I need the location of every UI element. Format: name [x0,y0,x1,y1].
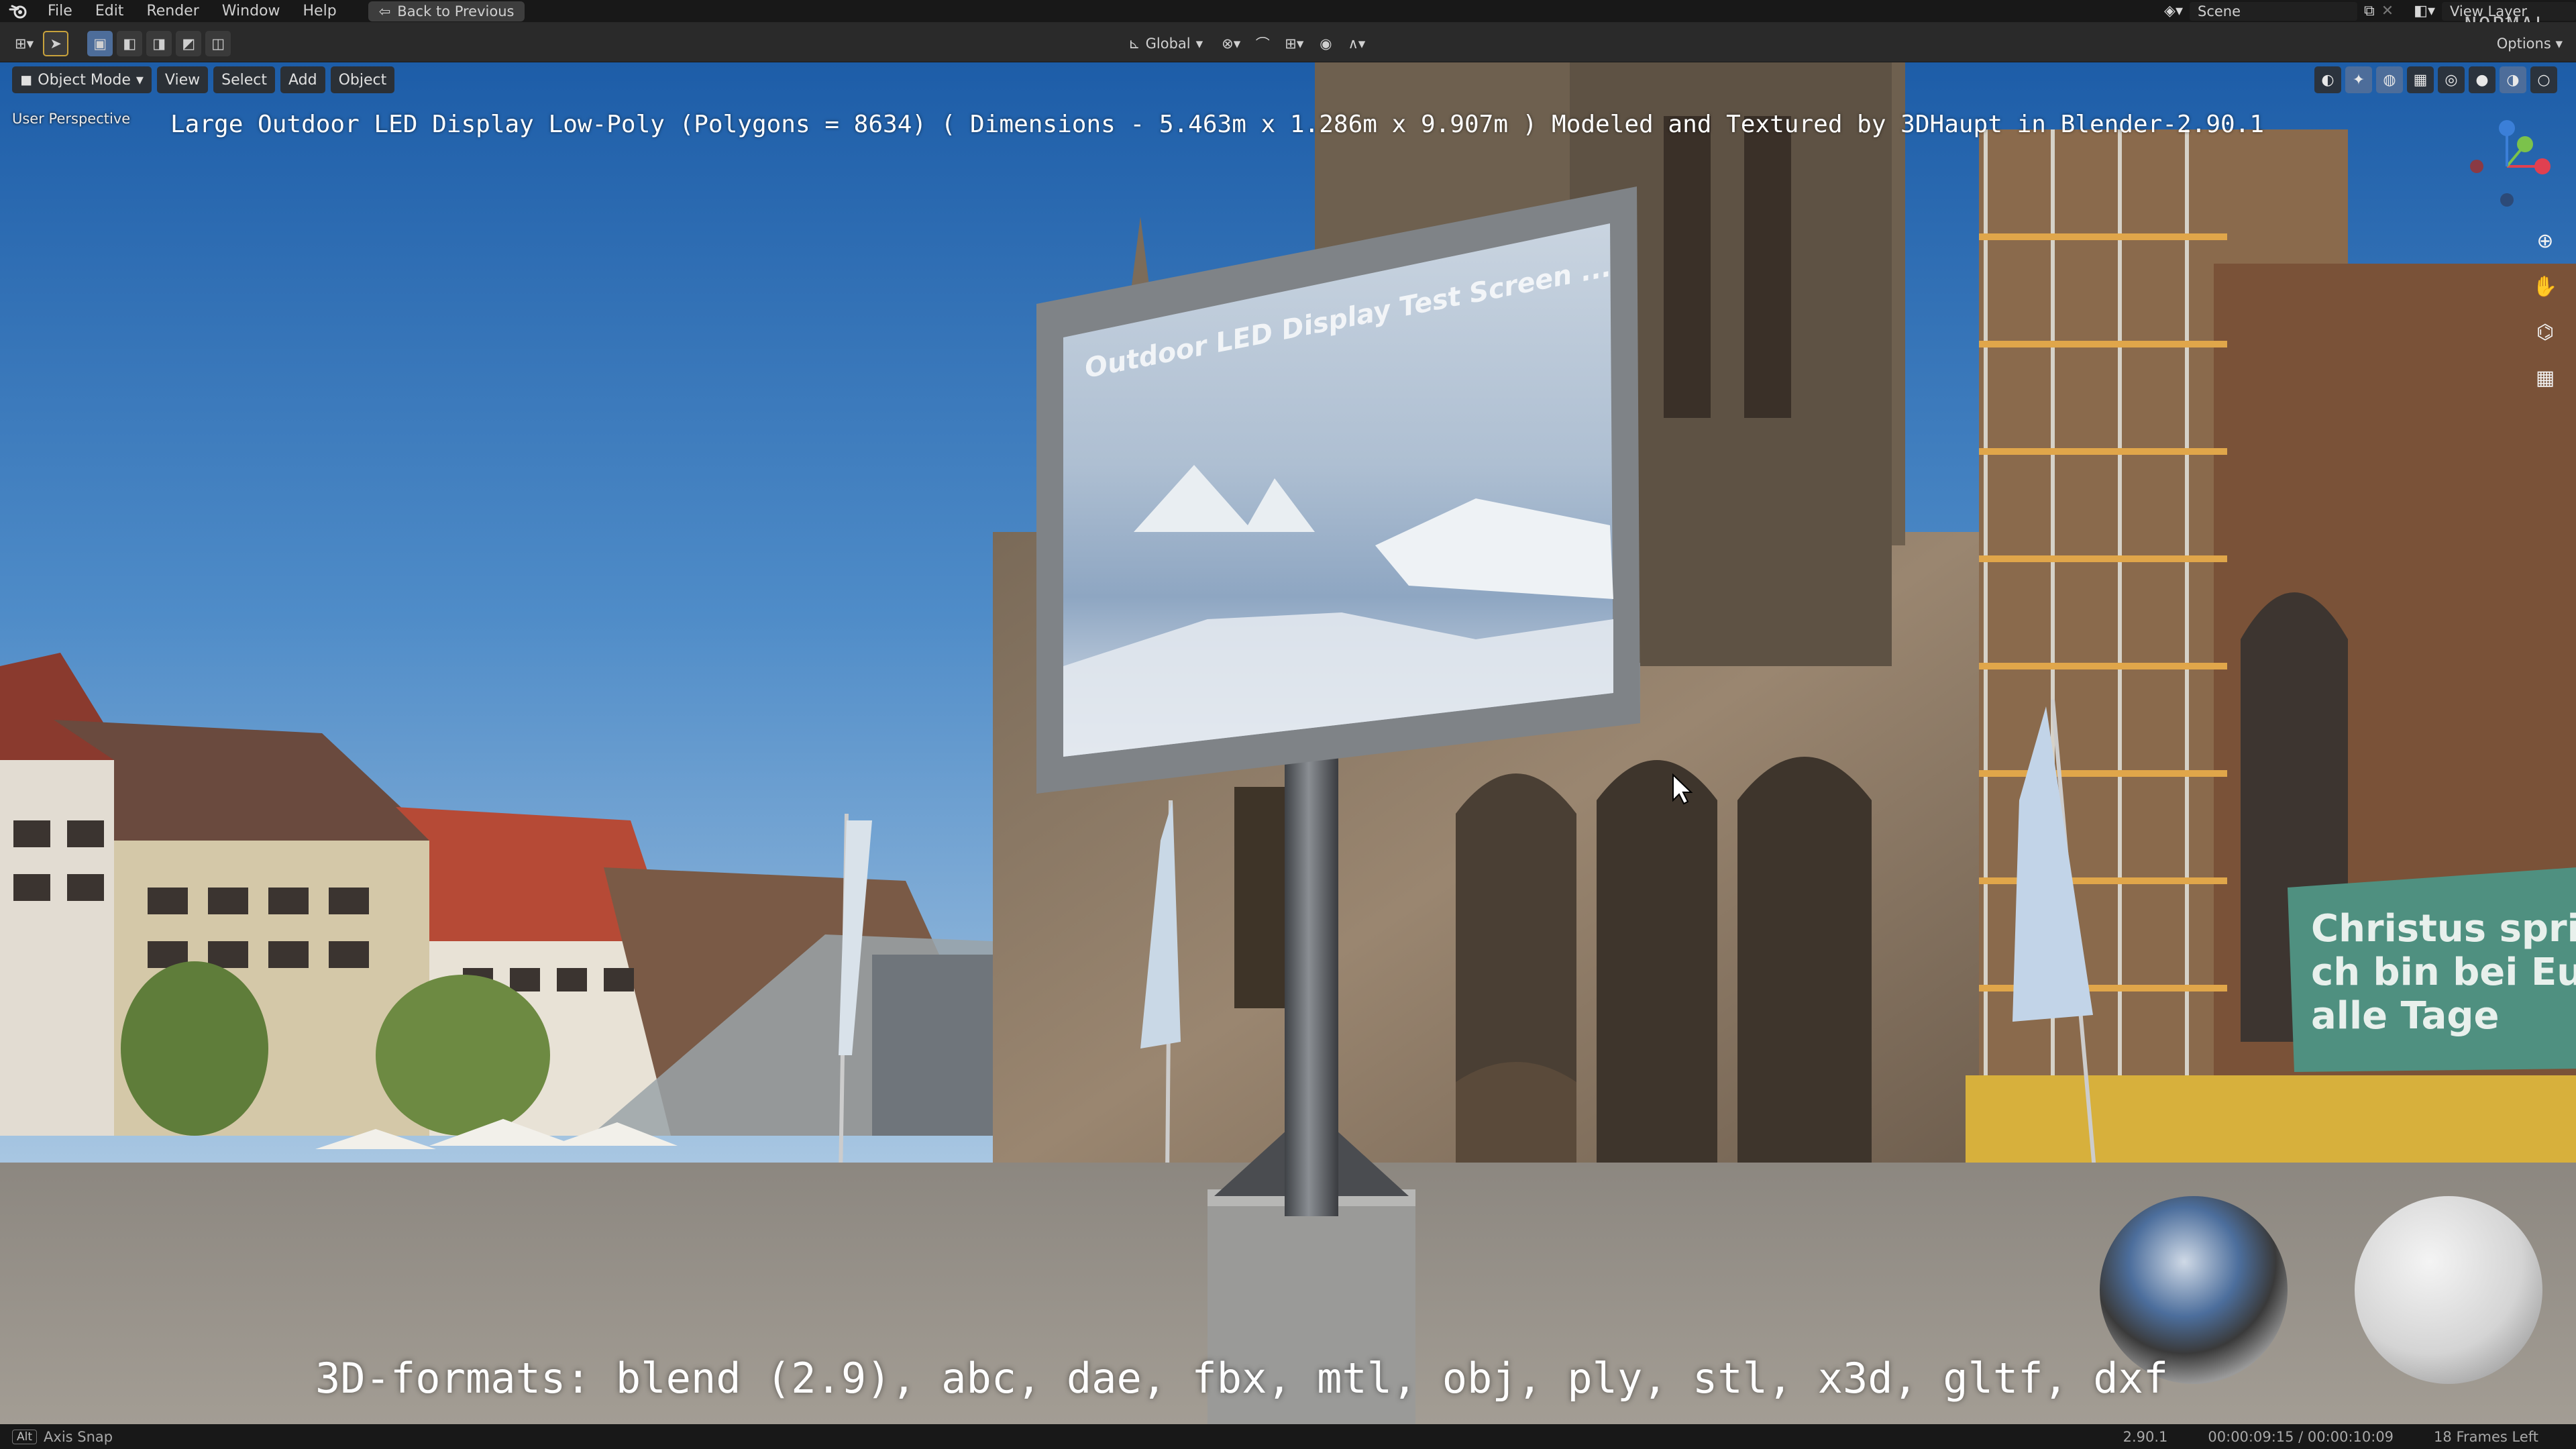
wireframe-shading-icon[interactable]: ◎ [2438,66,2465,93]
select-menu[interactable]: Select [213,66,275,93]
transform-orientation-icon: ⊾ [1128,36,1140,52]
back-button-label: Back to Previous [397,3,515,19]
back-to-previous-button[interactable]: ⇦ Back to Previous [368,1,525,21]
scene-selector[interactable]: Scene [2190,1,2357,21]
banner-line-3: alle Tage [2311,994,2500,1038]
add-menu[interactable]: Add [280,66,325,93]
scene-label: Scene [2198,3,2241,19]
select-invert-icon[interactable]: ◩ [176,31,202,56]
green-banner: Christus spric ch bin bei Euc alle Tage [2288,867,2576,1072]
menu-window[interactable]: Window [211,0,292,22]
hand-icon[interactable]: ✋ [2528,269,2563,304]
new-scene-icon[interactable]: ⧉ [2364,3,2375,19]
camera-icon[interactable]: ⌬ [2528,315,2563,350]
select-intersect-icon[interactable]: ◫ [205,31,231,56]
gizmo-x-axis[interactable] [2534,158,2551,174]
blender-version: 2.90.1 [2123,1428,2168,1445]
gizmo-z-axis[interactable] [2499,120,2515,136]
blender-logo-icon[interactable] [0,3,36,19]
gizmo-toggle-icon[interactable]: ✦ [2345,66,2372,93]
timecode: 00:00:09:15 / 00:00:10:09 [2208,1428,2394,1445]
menu-file[interactable]: File [36,0,84,22]
back-icon: ⇦ [378,3,391,19]
header-toolbar: ⊞▾ ➤ ▣ ◧ ◨ ◩ ◫ ⊾ Global ▾ ⊗▾ ⌒ ⊞▾ ◉ ∧▾ O… [0,22,2576,62]
orientation-label: Global [1145,36,1191,52]
viewport-shading-controls: ◐ ✦ ◍ ▦ ◎ ● ◑ ○ [2314,66,2557,93]
select-extend-icon[interactable]: ◧ [117,31,143,56]
banner-line-2: ch bin bei Euc [2311,951,2576,994]
chevron-down-icon: ▾ [1195,36,1203,52]
object-mode-label: Object Mode [38,71,131,89]
grid-icon[interactable]: ▦ [2528,360,2563,395]
editor-type-icon[interactable]: ⊞▾ [9,31,39,56]
perspective-label: User Perspective [12,111,131,127]
view-menu[interactable]: View [156,66,209,93]
hdri-diffuse-sphere [2355,1196,2542,1384]
rendered-shading-icon[interactable]: ○ [2530,66,2557,93]
menu-render[interactable]: Render [135,0,210,22]
falloff-icon[interactable]: ∧▾ [1342,31,1371,56]
cursor-icon: ➤ [50,36,62,52]
gizmo-y-axis[interactable] [2517,136,2533,152]
scene-render: Christus spric ch bin bei Euc alle Tage [0,62,2576,1424]
banner-line-1: Christus spric [2311,907,2576,951]
status-bar: Alt Axis Snap 2.90.1 00:00:09:15 / 00:00… [0,1424,2576,1449]
select-tool-button[interactable]: ➤ [43,31,69,56]
snap-icon[interactable]: ⌒ [1250,31,1275,56]
axis-snap-hint: Axis Snap [44,1428,113,1445]
model-info-overlay: Large Outdoor LED Display Low-Poly (Poly… [170,111,2265,138]
options-dropdown[interactable]: Options ▾ [2497,36,2563,52]
scene-icon[interactable]: ◈▾ [2164,3,2183,19]
alt-key-hint: Alt [12,1429,38,1444]
remove-scene-icon[interactable]: ✕ [2381,3,2394,19]
zoom-icon[interactable]: ⊕ [2528,223,2563,258]
menu-edit[interactable]: Edit [84,0,136,22]
formats-overlay: 3D-formats: blend (2.9), abc, dae, fbx, … [315,1354,2169,1403]
top-menu-bar: File Edit Render Window Help ⇦ Back to P… [0,0,2576,37]
object-menu[interactable]: Object [330,66,395,93]
material-shading-icon[interactable]: ◑ [2500,66,2526,93]
object-mode-dropdown[interactable]: ◼ Object Mode ▾ [12,66,152,93]
snap-target-icon[interactable]: ⊞▾ [1279,31,1309,56]
overlays-toggle-icon[interactable]: ◍ [2376,66,2403,93]
options-label: Options [2496,36,2551,52]
object-mode-icon: ◼ [20,71,33,89]
select-box-icon[interactable]: ▣ [87,31,113,56]
viewport-header: ◼ Object Mode ▾ View Select Add Object [12,66,395,93]
chevron-down-icon: ▾ [2555,36,2563,52]
proportional-icon[interactable]: ◉ [1313,31,1338,56]
visibility-icon[interactable]: ◐ [2314,66,2341,93]
solid-shading-icon[interactable]: ● [2469,66,2496,93]
navigation-gizmo[interactable] [2457,116,2557,217]
chevron-down-icon: ▾ [136,71,144,89]
transform-orientation-dropdown[interactable]: ⊾ Global ▾ [1119,31,1212,56]
menu-help[interactable]: Help [292,0,348,22]
navigation-buttons: ⊕ ✋ ⌬ ▦ [2528,223,2563,395]
3d-viewport[interactable]: Christus spric ch bin bei Euc alle Tage [0,62,2576,1424]
pivot-icon[interactable]: ⊗▾ [1216,31,1246,56]
xray-icon[interactable]: ▦ [2407,66,2434,93]
select-subtract-icon[interactable]: ◨ [146,31,172,56]
frames-left: 18 Frames Left [2434,1428,2538,1445]
view-layer-icon[interactable]: ◧▾ [2414,3,2435,19]
